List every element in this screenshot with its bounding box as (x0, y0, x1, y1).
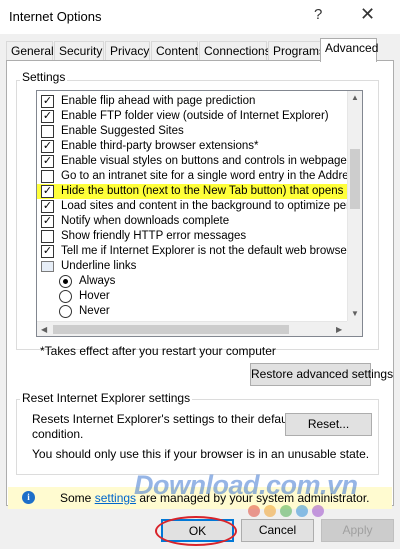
scroll-down-icon[interactable]: ▼ (351, 309, 359, 318)
settings-list-viewport: Enable flip ahead with page prediction E… (37, 91, 348, 336)
help-icon[interactable]: ? (314, 6, 322, 23)
list-item[interactable]: Never (59, 304, 348, 319)
ok-annotation-circle (155, 516, 237, 546)
tab-general[interactable]: General (6, 41, 54, 61)
watermark-dot (264, 505, 276, 517)
list-item[interactable]: Enable visual styles on buttons and cont… (41, 154, 348, 169)
list-item[interactable]: Notify when downloads complete (41, 214, 348, 229)
list-item-label: Hover (79, 290, 110, 302)
list-item[interactable]: Load sites and content in the background… (41, 199, 348, 214)
list-item-label: Enable visual styles on buttons and cont… (61, 155, 348, 167)
watermark-dot (248, 505, 260, 517)
settings-group-icon (41, 261, 54, 272)
checkbox[interactable] (41, 155, 54, 168)
list-item-label: Tell me if Internet Explorer is not the … (61, 245, 348, 257)
horizontal-scrollbar[interactable]: ◀ ▶ (37, 321, 348, 336)
list-item[interactable]: Always (59, 274, 348, 289)
info-icon: i (22, 491, 35, 504)
checkbox[interactable] (41, 125, 54, 138)
reset-button[interactable]: Reset... (285, 413, 372, 436)
list-item-highlighted[interactable]: Hide the button (next to the New Tab but… (37, 184, 348, 199)
list-item[interactable]: Enable flip ahead with page prediction (41, 94, 348, 109)
reset-description-line2: condition. (32, 427, 84, 441)
title-bar: Internet Options ? ✕ (0, 0, 400, 34)
list-item-label: Enable third-party browser extensions* (61, 140, 259, 152)
vertical-scrollbar[interactable]: ▲ ▼ (347, 91, 362, 321)
reset-warning: You should only use this if your browser… (32, 447, 370, 461)
checkbox[interactable] (41, 170, 54, 183)
list-item[interactable]: Go to an intranet site for a single word… (41, 169, 348, 184)
cancel-button[interactable]: Cancel (241, 519, 314, 542)
tab-privacy[interactable]: Privacy (105, 41, 150, 61)
checkbox[interactable] (41, 95, 54, 108)
radio-button[interactable] (59, 305, 72, 318)
list-item-label: Go to an intranet site for a single word… (61, 170, 348, 182)
radio-button[interactable] (59, 290, 72, 303)
watermark-dot (296, 505, 308, 517)
list-item-label: Enable flip ahead with page prediction (61, 95, 256, 107)
settings-group-label: Settings (20, 70, 68, 84)
list-item[interactable]: Enable Suggested Sites (41, 124, 348, 139)
vertical-scroll-thumb[interactable] (350, 149, 360, 209)
settings-list[interactable]: Enable flip ahead with page prediction E… (36, 90, 363, 337)
checkbox[interactable] (41, 140, 54, 153)
list-item-label: Notify when downloads complete (61, 215, 230, 227)
download-watermark: Download.com.vn (134, 470, 358, 500)
list-item[interactable]: Enable third-party browser extensions* (41, 139, 348, 154)
apply-button[interactable]: Apply (321, 519, 394, 542)
tab-content[interactable]: Content (151, 41, 198, 61)
checkbox[interactable] (41, 230, 54, 243)
list-item-label: Never (79, 305, 110, 317)
list-group-label: Underline links (61, 260, 137, 272)
tab-advanced[interactable]: Advanced (320, 38, 378, 62)
tab-security[interactable]: Security (54, 41, 104, 61)
list-item-label: Hide the button (next to the New Tab but… (61, 185, 348, 197)
scroll-left-icon[interactable]: ◀ (41, 325, 47, 334)
checkbox[interactable] (41, 245, 54, 258)
list-item[interactable]: Show friendly HTTP error messages (41, 229, 348, 244)
list-item-label: Show friendly HTTP error messages (61, 230, 247, 242)
admin-info-prefix: Some (60, 491, 95, 505)
reset-description-line1: Resets Internet Explorer's settings to t… (32, 412, 294, 426)
list-item[interactable]: Tell me if Internet Explorer is not the … (41, 244, 348, 259)
scroll-corner (347, 321, 362, 336)
reset-group-label: Reset Internet Explorer settings (20, 391, 193, 405)
tab-programs[interactable]: Programs (268, 41, 325, 61)
restore-advanced-settings-button[interactable]: Restore advanced settings (250, 363, 393, 386)
checkbox[interactable] (41, 215, 54, 228)
scroll-up-icon[interactable]: ▲ (351, 93, 359, 102)
radio-button[interactable] (59, 275, 72, 288)
checkbox[interactable] (41, 185, 54, 198)
settings-link[interactable]: settings (95, 491, 136, 505)
checkbox[interactable] (41, 200, 54, 213)
scroll-right-icon[interactable]: ▶ (336, 325, 342, 334)
window-title: Internet Options (9, 9, 102, 24)
restart-footnote: *Takes effect after you restart your com… (40, 344, 276, 358)
list-item-label: Always (79, 275, 116, 287)
horizontal-scroll-thumb[interactable] (53, 325, 289, 334)
list-group: Underline links (41, 259, 348, 274)
checkbox[interactable] (41, 110, 54, 123)
list-item[interactable]: Hover (59, 289, 348, 304)
list-item-label: Enable Suggested Sites (61, 125, 184, 137)
watermark-dot (280, 505, 292, 517)
list-item-label: Enable FTP folder view (outside of Inter… (61, 110, 329, 122)
watermark-dot (312, 505, 324, 517)
list-item-label: Load sites and content in the background… (61, 200, 348, 212)
list-item[interactable]: Enable FTP folder view (outside of Inter… (41, 109, 348, 124)
tab-connections[interactable]: Connections (199, 41, 271, 61)
close-icon[interactable]: ✕ (360, 4, 375, 25)
